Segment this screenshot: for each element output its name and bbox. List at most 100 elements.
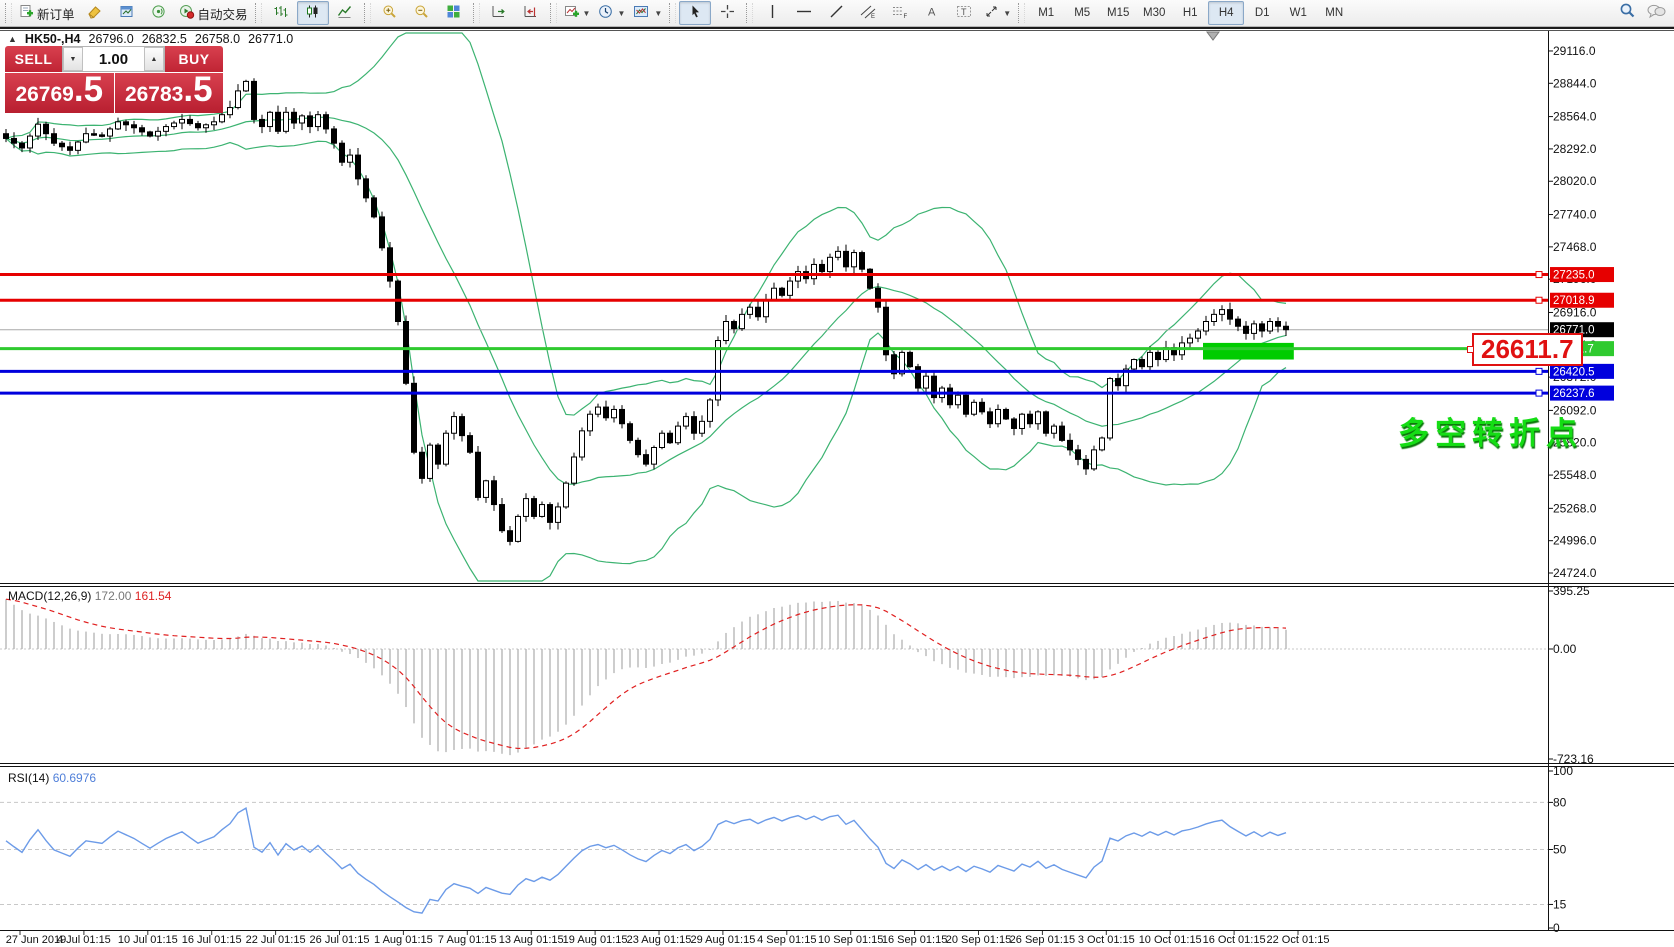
time-label: 13 Aug 01:15 xyxy=(499,934,564,946)
volume-input[interactable] xyxy=(83,47,144,71)
zoom-in-button[interactable] xyxy=(374,1,406,25)
timeframe-m30[interactable]: M30 xyxy=(1136,1,1172,25)
zoom-out-icon xyxy=(414,4,429,22)
time-label: 26 Sep 01:15 xyxy=(1010,934,1075,946)
price-tick-label: 24996.0 xyxy=(1553,534,1597,548)
buy-button[interactable]: BUY xyxy=(165,46,223,72)
signals-icon xyxy=(151,4,166,22)
price-tick-label: 25268.0 xyxy=(1553,501,1597,515)
timeframe-w1[interactable]: W1 xyxy=(1280,1,1316,25)
volume-increase-button[interactable]: ▲ xyxy=(144,47,164,71)
callout-handle[interactable] xyxy=(1467,346,1474,353)
rsi-name: RSI(14) xyxy=(8,771,49,785)
callout-text: 26611.7 xyxy=(1481,334,1574,364)
trendline-tool-button[interactable] xyxy=(820,1,852,25)
one-click-trading-panel: SELL ▼ ▲ BUY 26769 .5 26783 .5 xyxy=(5,46,223,113)
price-tick-label: 25548.0 xyxy=(1553,468,1597,482)
new-order-button[interactable]: 新订单 xyxy=(15,1,79,25)
symbol-bar: ▲ HK50-,H4 26796.0 26832.5 26758.0 26771… xyxy=(8,32,293,46)
macd-scale-label: 0.00 xyxy=(1553,642,1577,656)
zoom-in-icon xyxy=(382,4,397,22)
timeframe-m5[interactable]: M5 xyxy=(1064,1,1100,25)
volume-decrease-button[interactable]: ▼ xyxy=(63,47,83,71)
price-line-badge: 26420.5 xyxy=(1550,364,1614,379)
time-label: 1 Aug 01:15 xyxy=(374,934,433,946)
timeframe-d1[interactable]: D1 xyxy=(1244,1,1280,25)
toolbar: 新订单 自动交易 xyxy=(0,0,1674,27)
tile-windows-icon xyxy=(446,4,461,22)
search-icon[interactable] xyxy=(1619,2,1636,24)
indicators-button[interactable]: ▼ xyxy=(560,1,595,25)
profiles-icon xyxy=(87,4,102,22)
macd-main-value: 172.00 xyxy=(95,589,132,603)
zoom-out-button[interactable] xyxy=(406,1,438,25)
toolbar-grip[interactable] xyxy=(550,3,557,23)
chat-icon[interactable] xyxy=(1646,3,1666,24)
time-axis[interactable]: 27 Jun 20194 Jul 01:1510 Jul 01:1516 Jul… xyxy=(6,931,1330,946)
collapse-quotes-icon[interactable]: ▲ xyxy=(8,34,17,44)
bar-chart-button[interactable] xyxy=(265,1,297,25)
time-label: 4 Sep 01:15 xyxy=(757,934,816,946)
toolbar-grip[interactable] xyxy=(255,3,262,23)
toolbar-grip[interactable] xyxy=(669,3,676,23)
bar-chart-icon xyxy=(273,4,288,22)
signals-button[interactable] xyxy=(143,1,175,25)
toolbar-grip[interactable] xyxy=(746,3,753,23)
chart-area[interactable]: 29116.028844.028564.028292.028020.027740… xyxy=(0,0,1674,947)
chart-shift-button[interactable] xyxy=(515,1,547,25)
periods-button[interactable]: ▼ xyxy=(594,1,629,25)
toolbar-grip[interactable] xyxy=(1018,3,1025,23)
rsi-scale-label: 100 xyxy=(1553,764,1573,778)
macd-scale-label: 395.25 xyxy=(1553,584,1590,598)
price-tick-label: 27740.0 xyxy=(1553,208,1597,222)
time-label: 7 Aug 01:15 xyxy=(438,934,497,946)
new-order-icon xyxy=(19,4,34,22)
timeframe-mn[interactable]: MN xyxy=(1316,1,1352,25)
data-window-button[interactable] xyxy=(111,1,143,25)
rsi-value: 60.6976 xyxy=(53,771,96,785)
svg-text:A: A xyxy=(928,7,936,19)
timeframe-h1[interactable]: H1 xyxy=(1172,1,1208,25)
fibonacci-tool-button[interactable]: F xyxy=(884,1,916,25)
profiles-button[interactable] xyxy=(79,1,111,25)
toolbar-grip[interactable] xyxy=(5,3,12,23)
sell-price[interactable]: 26769 .5 xyxy=(5,73,114,113)
templates-button[interactable]: ▼ xyxy=(629,1,666,25)
svg-text:26420.5: 26420.5 xyxy=(1553,366,1595,378)
autotrading-button[interactable]: 自动交易 xyxy=(175,1,252,25)
timeframe-h4[interactable]: H4 xyxy=(1208,1,1244,25)
auto-scroll-button[interactable] xyxy=(483,1,515,25)
candlestick-chart-icon xyxy=(305,4,320,22)
auto-scroll-icon xyxy=(491,4,506,22)
line-chart-button[interactable] xyxy=(329,1,361,25)
candlestick-chart-button[interactable] xyxy=(297,1,329,25)
templates-icon xyxy=(633,4,650,22)
channel-tool-button[interactable]: E xyxy=(852,1,884,25)
toolbar-grip[interactable] xyxy=(364,3,371,23)
arrows-tool-button[interactable]: ▼ xyxy=(980,1,1015,25)
rsi-scale-label: 50 xyxy=(1553,843,1567,857)
vertical-line-tool-button[interactable] xyxy=(756,1,788,25)
buy-price-fraction: .5 xyxy=(183,75,212,105)
timeframe-m1[interactable]: M1 xyxy=(1028,1,1064,25)
text-label-tool-button[interactable]: T xyxy=(948,1,980,25)
timeframe-m15[interactable]: M15 xyxy=(1100,1,1136,25)
chart-shift-icon xyxy=(523,4,538,22)
cursor-tool-button[interactable] xyxy=(679,1,711,25)
dropdown-caret: ▼ xyxy=(617,9,625,18)
price-callout-label[interactable]: 26611.7 xyxy=(1472,333,1583,366)
time-label: 16 Sep 01:15 xyxy=(882,934,947,946)
text-tool-button[interactable]: A xyxy=(916,1,948,25)
green-box-annotation[interactable] xyxy=(1203,343,1294,360)
rsi-scale-label: 15 xyxy=(1553,897,1567,911)
chinese-annotation[interactable]: 多空转折点 xyxy=(1398,408,1583,453)
text-label-icon: T xyxy=(956,4,972,22)
macd-name: MACD(12,26,9) xyxy=(8,589,91,603)
buy-price-main: 26783 xyxy=(125,83,183,107)
buy-price[interactable]: 26783 .5 xyxy=(115,73,224,113)
horizontal-line-tool-button[interactable] xyxy=(788,1,820,25)
crosshair-tool-button[interactable] xyxy=(711,1,743,25)
sell-button[interactable]: SELL xyxy=(5,46,62,72)
tile-windows-button[interactable] xyxy=(438,1,470,25)
toolbar-grip[interactable] xyxy=(473,3,480,23)
